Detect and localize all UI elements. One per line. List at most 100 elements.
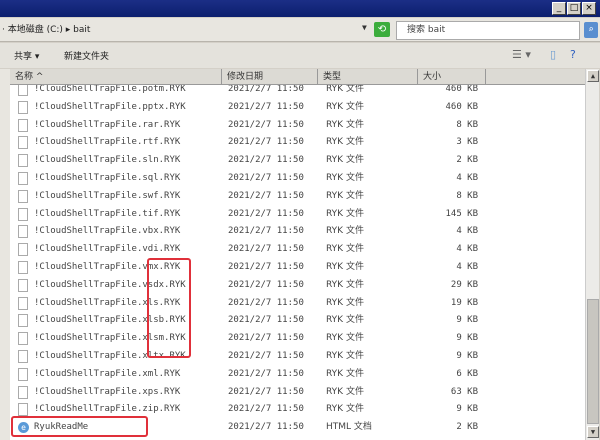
scroll-down-icon[interactable]: ▼ [587,426,599,438]
file-size: 9 KB [456,333,478,344]
file-row[interactable]: !CloudShellTrapFile.xltx.RYK 2021/2/7 11:… [10,347,585,365]
file-type: RYK 文件 [326,190,364,201]
file-row[interactable]: !CloudShellTrapFile.rtf.RYK 2021/2/7 11:5… [10,133,585,151]
file-name: !CloudShellTrapFile.xps.RYK [34,386,181,397]
file-icon [18,207,28,221]
file-date: 2021/2/7 11:50 [228,297,304,308]
file-row[interactable]: !CloudShellTrapFile.tif.RYK 2021/2/7 11:5… [10,205,585,223]
file-type: RYK 文件 [326,386,364,397]
file-row[interactable]: !CloudShellTrapFile.swf.RYK 2021/2/7 11:5… [10,187,585,205]
file-icon [18,118,28,132]
file-row[interactable]: !CloudShellTrapFile.sln.RYK 2021/2/7 11:5… [10,151,585,169]
column-type[interactable]: 类型 [318,69,418,85]
file-type: RYK 文件 [326,244,364,255]
file-icon [18,332,28,346]
file-date: 2021/2/7 11:50 [228,190,304,201]
file-type: RYK 文件 [326,119,364,130]
file-row[interactable]: !CloudShellTrapFile.xlsb.RYK 2021/2/7 11:… [10,311,585,329]
minimize-button[interactable]: _ [552,2,566,15]
file-date: 2021/2/7 11:50 [228,173,304,183]
file-row[interactable]: !CloudShellTrapFile.xps.RYK 2021/2/7 11:5… [10,383,585,401]
share-button[interactable]: 共享 ▾ [14,49,39,62]
breadcrumb[interactable]: · 本地磁盘 (C:) ▸ bait [0,21,362,39]
file-name: !CloudShellTrapFile.tif.RYK [34,208,181,219]
file-icon [18,136,28,150]
file-size: 9 KB [456,351,478,361]
scroll-up-icon[interactable]: ▲ [587,70,599,82]
file-icon [18,367,28,381]
file-size: 460 KB [445,101,478,112]
file-type: RYK 文件 [326,368,364,379]
file-type: HTML 文档 [326,422,372,433]
file-icon [18,350,28,363]
file-row[interactable]: !CloudShellTrapFile.rar.RYK 2021/2/7 11:5… [10,116,585,134]
file-row[interactable]: !CloudShellTrapFile.vmx.RYK 2021/2/7 11:5… [10,258,585,276]
maximize-button[interactable]: □ [567,2,581,15]
file-type: RYK 文件 [326,208,364,219]
file-icon [18,278,28,292]
file-icon [18,172,28,185]
file-type: RYK 文件 [326,404,364,415]
new-folder-button[interactable]: 新建文件夹 [64,49,109,62]
file-row[interactable]: !CloudShellTrapFile.xml.RYK 2021/2/7 11:5… [10,365,585,383]
view-options-icon[interactable]: ☰ ▾ [512,48,531,61]
file-size: 460 KB [445,85,478,94]
file-size: 4 KB [456,173,478,183]
file-size: 9 KB [456,315,478,326]
file-row[interactable]: !CloudShellTrapFile.vdi.RYK 2021/2/7 11:5… [10,240,585,258]
title-bar: _ □ × [0,0,600,17]
file-date: 2021/2/7 11:50 [228,333,304,344]
preview-pane-icon[interactable]: ▯ [550,48,556,61]
file-row[interactable]: !CloudShellTrapFile.vbx.RYK 2021/2/7 11:5… [10,222,585,240]
file-name: !CloudShellTrapFile.rtf.RYK [34,137,181,148]
file-size: 29 KB [450,279,478,290]
file-date: 2021/2/7 11:50 [228,422,304,433]
file-date: 2021/2/7 11:50 [228,315,304,326]
file-date: 2021/2/7 11:50 [228,279,304,290]
refresh-icon[interactable]: ⟲ [374,22,390,37]
file-icon [18,403,28,417]
search-input[interactable]: 搜索 bait [396,21,580,40]
chevron-down-icon[interactable]: ▼ [362,23,367,32]
file-row[interactable]: !CloudShellTrapFile.vsdx.RYK 2021/2/7 11:… [10,276,585,294]
file-row[interactable]: !CloudShellTrapFile.xlsm.RYK 2021/2/7 11:… [10,329,585,347]
file-name: !CloudShellTrapFile.potm.RYK [34,85,186,94]
vertical-scrollbar[interactable]: ▲ ▼ [585,69,599,440]
close-button[interactable]: × [582,2,596,15]
file-size: 4 KB [456,226,478,237]
file-date: 2021/2/7 11:50 [228,226,304,237]
help-icon[interactable]: ? [570,48,576,61]
file-size: 63 KB [450,386,478,397]
column-name[interactable]: 名称 ^ [10,69,222,85]
share-label: 共享 [14,52,33,62]
file-row[interactable]: !CloudShellTrapFile.xls.RYK 2021/2/7 11:5… [10,294,585,312]
file-icon [18,261,28,274]
file-name: !CloudShellTrapFile.vdi.RYK [34,244,181,255]
file-type: RYK 文件 [326,137,364,148]
file-type: RYK 文件 [326,297,364,308]
file-row[interactable]: !CloudShellTrapFile.sql.RYK 2021/2/7 11:5… [10,169,585,187]
address-bar: · 本地磁盘 (C:) ▸ bait ▼ ⟲ 搜索 bait ⌕ [0,18,600,42]
file-name: !CloudShellTrapFile.vbx.RYK [34,226,181,237]
file-icon [18,225,28,239]
scroll-thumb[interactable] [587,299,599,424]
file-name: !CloudShellTrapFile.swf.RYK [34,190,181,201]
file-date: 2021/2/7 11:50 [228,368,304,379]
search-icon[interactable]: ⌕ [584,22,598,38]
file-date: 2021/2/7 11:50 [228,404,304,415]
file-type: RYK 文件 [326,85,364,94]
file-icon [18,385,28,399]
file-name: !CloudShellTrapFile.rar.RYK [34,119,181,130]
file-size: 8 KB [456,119,478,130]
file-date: 2021/2/7 11:50 [228,137,304,148]
column-size[interactable]: 大小 [418,69,486,85]
highlight-ryuk-readme [11,416,148,437]
file-size: 4 KB [456,262,478,272]
column-header: 名称 ^ 修改日期 类型 大小 [10,69,585,85]
file-row[interactable]: !CloudShellTrapFile.potm.RYK 2021/2/7 11:… [10,85,585,98]
file-date: 2021/2/7 11:50 [228,119,304,130]
file-size: 6 KB [456,368,478,379]
file-icon [18,296,28,310]
column-date[interactable]: 修改日期 [222,69,318,85]
file-row[interactable]: !CloudShellTrapFile.pptx.RYK 2021/2/7 11:… [10,98,585,116]
